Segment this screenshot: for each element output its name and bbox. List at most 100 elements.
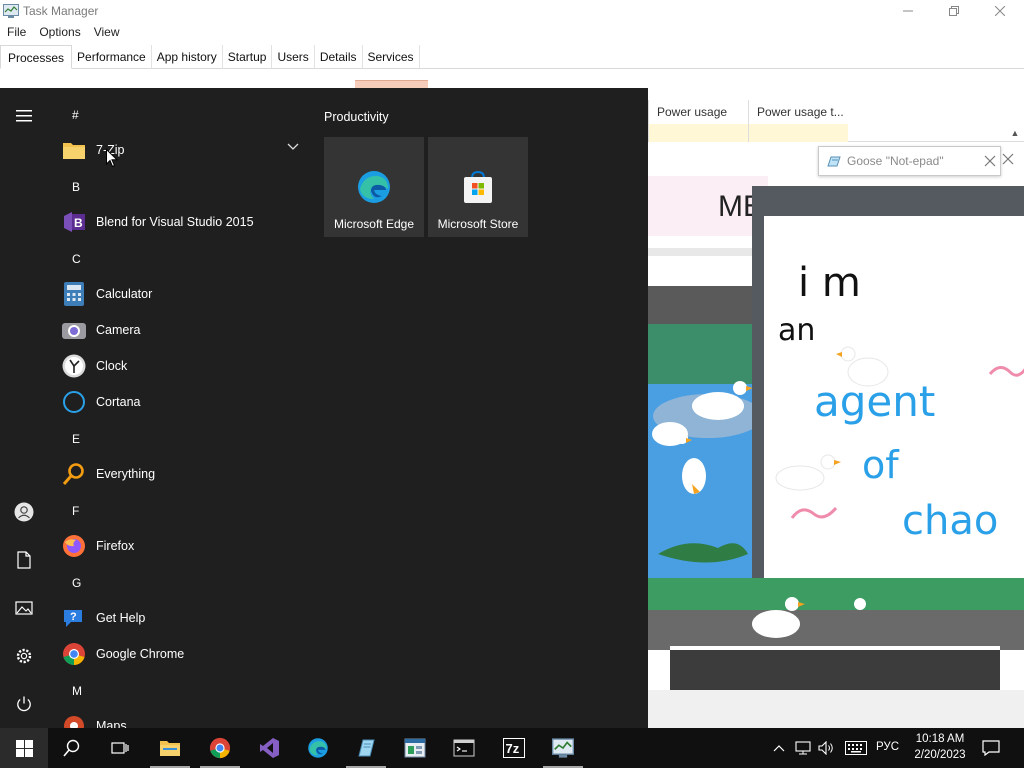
taskbar-visual-studio[interactable]: [245, 728, 293, 768]
maps-icon: [62, 714, 86, 728]
task-view-button[interactable]: [96, 728, 144, 768]
notification-icon: [982, 740, 1000, 756]
goose-sprite: [775, 454, 841, 491]
chrome-icon: [62, 642, 86, 666]
close-icon: [995, 6, 1005, 16]
volume-button[interactable]: [817, 739, 835, 757]
app-item-clock[interactable]: Clock: [62, 348, 306, 384]
mouse-cursor-icon: [106, 149, 118, 168]
show-hidden-icons-button[interactable]: [770, 739, 788, 757]
calculator-icon: [62, 282, 86, 306]
network-button[interactable]: [794, 739, 812, 757]
letter-header-e[interactable]: E: [72, 432, 80, 446]
minimize-button[interactable]: [885, 0, 931, 22]
speaker-icon: [818, 741, 833, 755]
app-label: Calculator: [96, 287, 153, 301]
settings-button[interactable]: [0, 632, 48, 680]
app-item-cortana[interactable]: Cortana: [62, 384, 306, 420]
scroll-up-arrow[interactable]: ▲: [1006, 128, 1024, 144]
app-item-blend[interactable]: B Blend for Visual Studio 2015: [62, 204, 306, 240]
close-icon[interactable]: [1001, 152, 1015, 166]
goose-note-page: i m an agent of chao: [764, 216, 1024, 578]
letter-header-b[interactable]: B: [72, 180, 80, 194]
user-avatar-icon: [14, 502, 34, 522]
documents-button[interactable]: [0, 536, 48, 584]
account-button[interactable]: [0, 488, 48, 536]
app-label: Cortana: [96, 395, 141, 409]
pictures-button[interactable]: [0, 584, 48, 632]
start-button[interactable]: [0, 728, 48, 768]
tile-microsoft-edge[interactable]: Microsoft Edge: [324, 137, 424, 237]
power-icon: [17, 696, 31, 712]
app-item-calculator[interactable]: Calculator: [62, 276, 306, 312]
letter-header-m[interactable]: M: [72, 684, 82, 698]
letter-header-hash[interactable]: #: [72, 108, 79, 122]
app-item-firefox[interactable]: Firefox: [62, 528, 306, 564]
tab-startup[interactable]: Startup: [223, 45, 273, 69]
app-label: Get Help: [96, 611, 146, 625]
tile-microsoft-store[interactable]: Microsoft Store: [428, 137, 528, 237]
process-table-header: Power usage Power usage t...: [648, 100, 1024, 142]
column-header-power-usage-trend[interactable]: Power usage t...: [748, 100, 848, 142]
window-title: Task Manager: [23, 4, 99, 18]
taskbar-task-manager[interactable]: [539, 728, 587, 768]
action-center-button[interactable]: [982, 739, 1000, 757]
taskbar: 7z РУС 10:18 AM 2/20/2023: [0, 728, 1024, 768]
notepad-icon: [827, 156, 841, 167]
menu-file[interactable]: File: [0, 23, 26, 43]
taskbar-terminal[interactable]: [440, 728, 488, 768]
chevron-down-icon[interactable]: [286, 142, 300, 152]
menu-options[interactable]: Options: [32, 23, 80, 43]
tab-services[interactable]: Services: [363, 45, 420, 69]
touch-keyboard-button[interactable]: [845, 739, 867, 757]
expand-menu-button[interactable]: [0, 92, 48, 140]
goose-notepad-tab[interactable]: Goose "Not-epad": [818, 146, 1001, 176]
task-view-icon: [111, 742, 129, 754]
app-label: Firefox: [96, 539, 135, 553]
power-button[interactable]: [0, 680, 48, 728]
clock-time[interactable]: 10:18 AM: [905, 733, 975, 745]
app-item-everything[interactable]: Everything: [62, 456, 306, 492]
taskbar-app[interactable]: [391, 728, 439, 768]
tab-users[interactable]: Users: [272, 45, 315, 69]
input-language-indicator[interactable]: РУС: [876, 741, 899, 753]
restore-icon: [949, 6, 959, 16]
tab-details[interactable]: Details: [315, 45, 363, 69]
edge-icon: [358, 171, 390, 203]
task-manager-titlebar[interactable]: Task Manager: [0, 0, 1024, 22]
app-item-7zip[interactable]: 7-Zip: [62, 132, 306, 168]
taskbar-chrome[interactable]: [196, 728, 244, 768]
start-menu: # 7-Zip B B Blend for Visual Studio 2015…: [0, 88, 648, 728]
app-item-google-chrome[interactable]: Google Chrome: [62, 636, 306, 672]
letter-header-f[interactable]: F: [72, 504, 79, 518]
start-icon: [15, 739, 33, 757]
taskbar-file-explorer[interactable]: [146, 728, 194, 768]
tab-app-history[interactable]: App history: [152, 45, 223, 69]
app-item-maps[interactable]: Maps: [62, 708, 306, 728]
goose-tab-title: Goose "Not-epad": [847, 154, 944, 168]
search-button[interactable]: [48, 728, 96, 768]
clock-date[interactable]: 2/20/2023: [905, 749, 975, 761]
taskbar-notepad[interactable]: [342, 728, 390, 768]
column-header-power-usage[interactable]: Power usage: [648, 100, 748, 142]
picture-icon: [15, 601, 33, 615]
letter-header-c[interactable]: C: [72, 252, 81, 266]
app-item-camera[interactable]: Camera: [62, 312, 306, 348]
letter-header-g[interactable]: G: [72, 576, 81, 590]
close-button[interactable]: [977, 0, 1023, 22]
everything-search-icon: [62, 462, 86, 486]
tab-performance[interactable]: Performance: [72, 45, 152, 69]
tile-group-heading[interactable]: Productivity: [324, 110, 389, 124]
note-line-5: chao: [902, 498, 998, 544]
app-label: Everything: [96, 467, 156, 481]
restore-button[interactable]: [931, 0, 977, 22]
taskbar-7zip[interactable]: 7z: [490, 728, 538, 768]
cortana-icon: [62, 390, 86, 414]
taskbar-edge[interactable]: [294, 728, 342, 768]
app-item-get-help[interactable]: ? Get Help: [62, 600, 306, 636]
close-icon[interactable]: [982, 153, 998, 169]
tab-processes[interactable]: Processes: [0, 45, 73, 69]
menu-view[interactable]: View: [87, 23, 120, 43]
camera-icon: [62, 318, 86, 342]
app-label: Camera: [96, 323, 141, 337]
